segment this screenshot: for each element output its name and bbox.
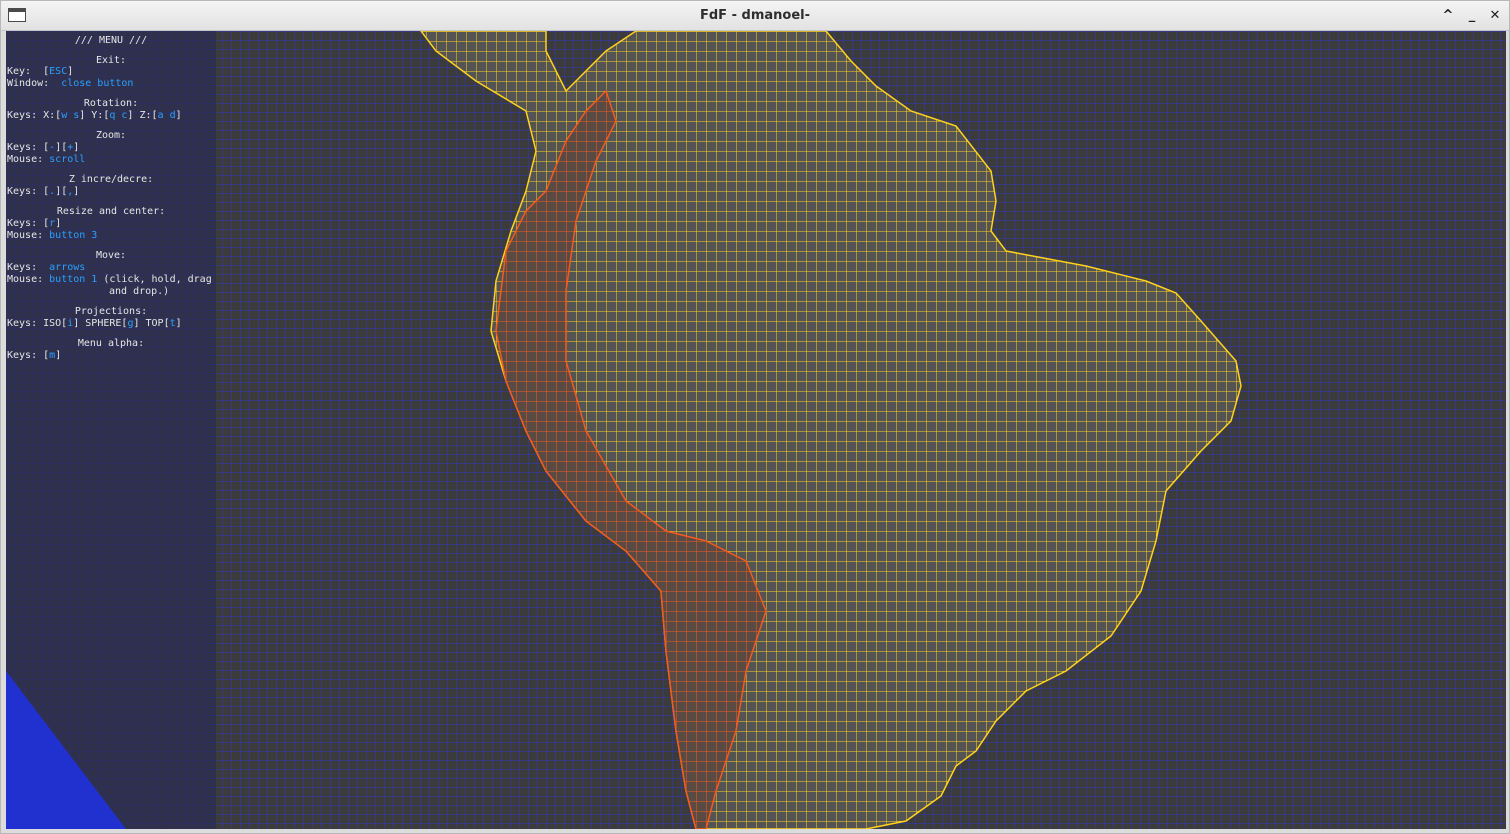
wireframe-map[interactable]	[6, 31, 1506, 829]
zoom-heading: Zoom:	[95, 130, 127, 141]
resize-keys-line: Keys: [r]	[7, 218, 62, 229]
exit-window-line: Window: close button	[7, 78, 134, 89]
minimize-button[interactable]: _	[1462, 6, 1482, 26]
projections-keys-line: Keys: ISO[i] SPHERE[g] TOP[t]	[7, 318, 182, 329]
menu-title: /// MENU ///	[74, 35, 148, 46]
zoom-mouse-line: Mouse: scroll	[7, 154, 86, 165]
move-mouse-line: Mouse: button 1 (click, hold, drag	[7, 274, 212, 285]
window-title: FdF - dmanoel-	[700, 8, 810, 23]
rotation-heading: Rotation:	[83, 98, 139, 109]
resize-heading: Resize and center:	[56, 206, 166, 217]
move-keys-line: Keys: arrows	[7, 262, 86, 273]
zoom-keys-line: Keys: [-][+]	[7, 142, 80, 153]
z-heading: Z incre/decre:	[68, 174, 154, 185]
wireframe-map-canvas[interactable]: /// MENU /// Exit: Key: [ESC] Window: cl…	[6, 31, 1506, 829]
resize-mouse-line: Mouse: button 3	[7, 230, 98, 241]
controls-menu: /// MENU /// Exit: Key: [ESC] Window: cl…	[6, 31, 216, 829]
fdf-window: FdF - dmanoel- ^ _ ✕ /// MENU /// Exit: …	[0, 0, 1510, 834]
rotation-keys-line: Keys: X:[w s] Y:[q c] Z:[a d]	[7, 110, 182, 121]
alpha-heading: Menu alpha:	[77, 338, 145, 349]
exit-key-line: Key: [ESC]	[7, 66, 74, 77]
maximize-button[interactable]: ^	[1438, 6, 1458, 26]
move-heading: Move:	[95, 250, 127, 261]
title-bar[interactable]: FdF - dmanoel- ^ _ ✕	[1, 1, 1509, 31]
projections-heading: Projections:	[74, 306, 148, 317]
alpha-keys-line: Keys: [m]	[7, 350, 62, 361]
z-keys-line: Keys: [.][,]	[7, 186, 80, 197]
move-mouse-cont-line: and drop.)	[109, 286, 170, 297]
close-button[interactable]: ✕	[1485, 6, 1505, 26]
